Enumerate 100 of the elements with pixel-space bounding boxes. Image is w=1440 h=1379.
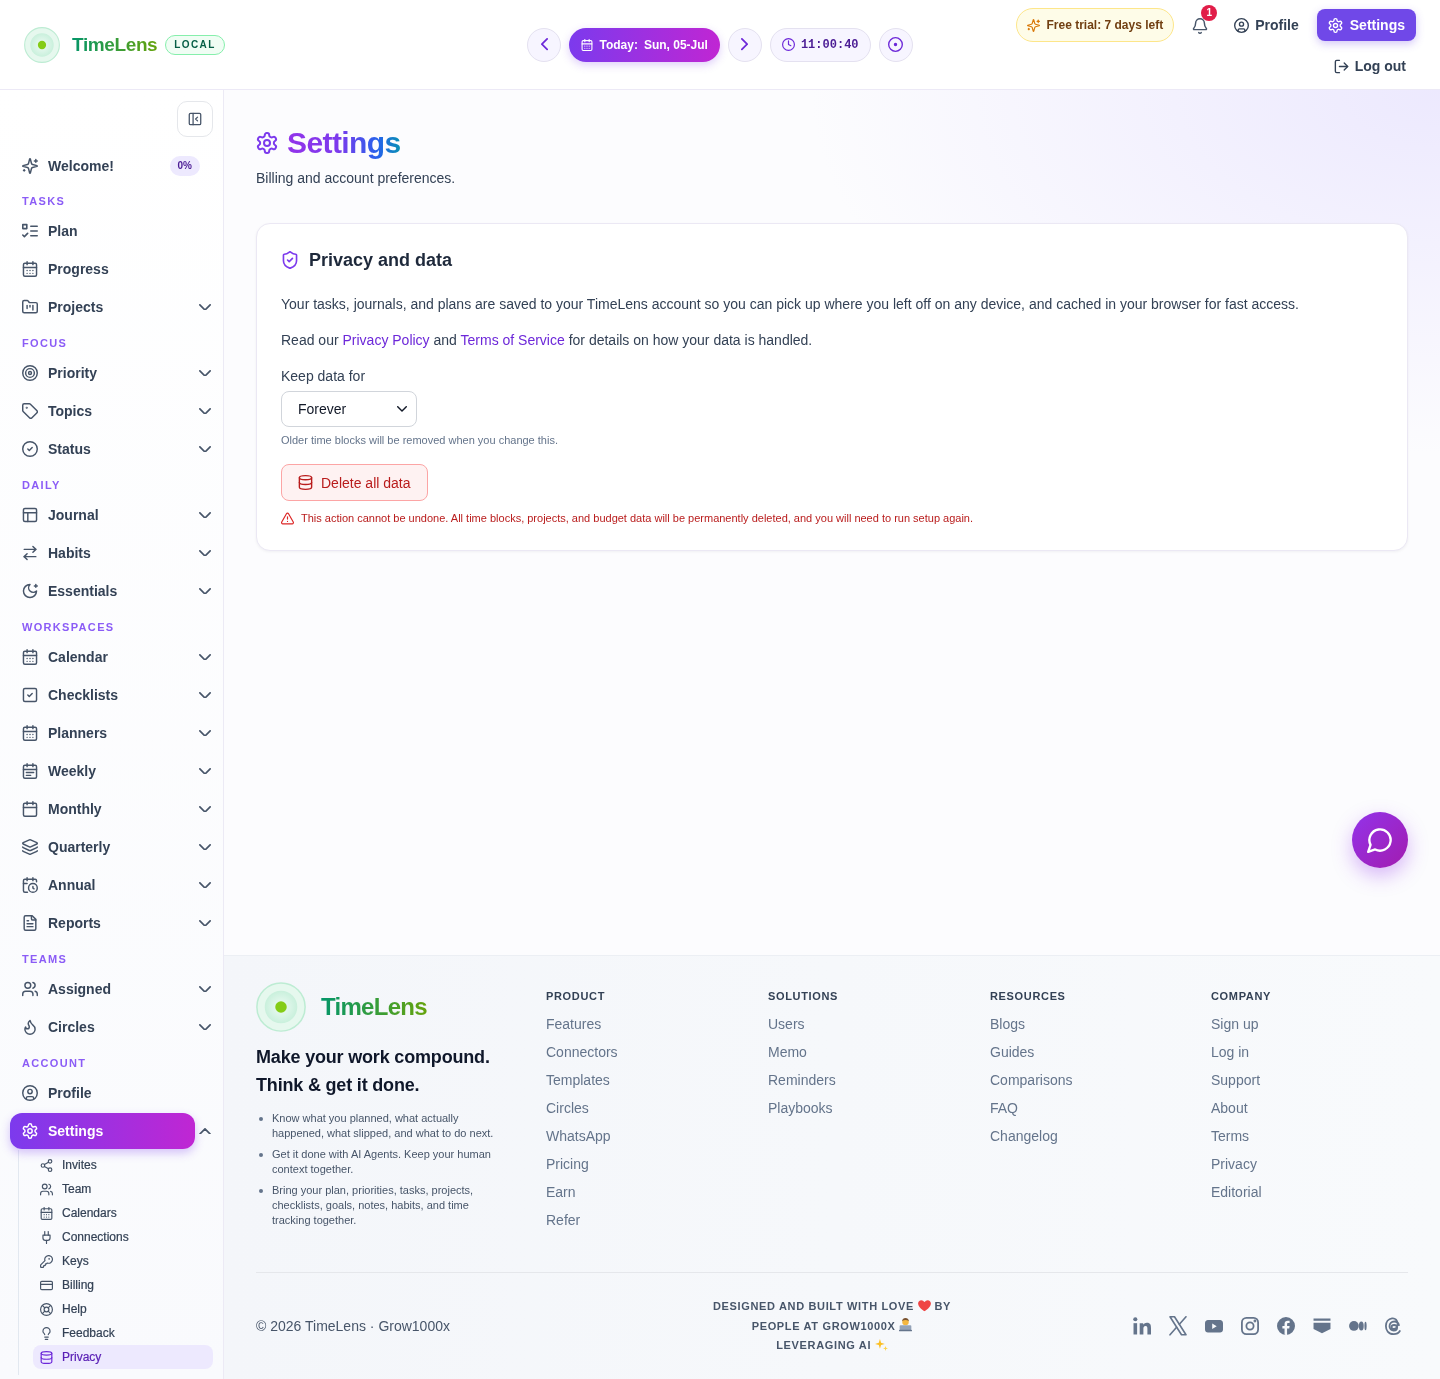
sidebar-subitem[interactable]: Connections — [33, 1225, 213, 1249]
chevron-down-icon[interactable] — [199, 303, 211, 311]
footer-link[interactable]: Sign up — [1211, 1014, 1259, 1034]
sidebar-item[interactable]: Essentials — [10, 573, 195, 609]
retention-select[interactable]: Forever — [281, 391, 417, 427]
footer-link[interactable]: Editorial — [1211, 1182, 1262, 1202]
sidebar-subitem[interactable]: Privacy — [33, 1345, 213, 1369]
medium-icon[interactable] — [1349, 1321, 1367, 1332]
bullet-icon — [259, 1189, 263, 1193]
chevron-down-icon[interactable] — [199, 729, 211, 737]
footer-link[interactable]: FAQ — [990, 1098, 1018, 1118]
footer-link[interactable]: Pricing — [546, 1154, 589, 1174]
chevron-down-icon[interactable] — [199, 767, 211, 775]
chevron-down-icon[interactable] — [199, 445, 211, 453]
chevron-down-icon[interactable] — [199, 1023, 211, 1031]
chevron-down-icon[interactable] — [199, 369, 211, 377]
x-logo-icon[interactable] — [1169, 1316, 1187, 1337]
sidebar-item[interactable]: Journal — [10, 497, 195, 533]
footer-link[interactable]: Earn — [546, 1182, 576, 1202]
sidebar-item[interactable]: Welcome! — [10, 148, 170, 184]
chevron-down-icon[interactable] — [199, 691, 211, 699]
sidebar-item[interactable]: Planners — [10, 715, 195, 751]
footer-link[interactable]: Privacy — [1211, 1154, 1257, 1174]
chevron-down-icon[interactable] — [199, 881, 211, 889]
sidebar-subitem[interactable]: Billing — [33, 1273, 213, 1297]
footer-link[interactable]: Guides — [990, 1042, 1035, 1062]
sidebar-item[interactable]: Status — [10, 431, 195, 467]
footer-link[interactable]: Playbooks — [768, 1098, 833, 1118]
sidebar-item[interactable]: Annual — [10, 867, 195, 903]
sidebar-item[interactable]: Weekly — [10, 753, 195, 789]
chevron-down-icon[interactable] — [199, 919, 211, 927]
trial-button[interactable]: Free trial: 7 days left — [1016, 8, 1175, 42]
footer-link[interactable]: Connectors — [546, 1042, 618, 1062]
sidebar-item[interactable]: Calendar — [10, 639, 195, 675]
threads-icon[interactable] — [1385, 1317, 1403, 1336]
chevron-down-icon[interactable] — [199, 407, 211, 415]
sidebar-item[interactable]: Priority — [10, 355, 195, 391]
chevron-down-icon[interactable] — [199, 985, 211, 993]
sidebar-item[interactable]: Quarterly — [10, 829, 195, 865]
sidebar-subitem[interactable]: Invites — [33, 1153, 213, 1177]
bell-icon[interactable] — [1192, 18, 1209, 34]
youtube-icon[interactable] — [1205, 1319, 1223, 1333]
column-heading: PRODUCT — [546, 989, 605, 1003]
instagram-icon[interactable] — [1241, 1317, 1259, 1336]
text-link[interactable]: Privacy Policy — [342, 332, 430, 348]
chevron-down-icon[interactable] — [199, 587, 211, 595]
footer-link[interactable]: Blogs — [990, 1014, 1026, 1034]
sidebar-item[interactable]: Profile — [10, 1075, 195, 1111]
sidebar-item[interactable]: Progress — [10, 251, 195, 287]
nav-link[interactable]: Profile — [1234, 9, 1299, 41]
ribbon-icon[interactable] — [1313, 1318, 1331, 1335]
sidebar-item[interactable]: Projects — [10, 289, 195, 325]
sidebar-toggle-button[interactable] — [177, 101, 213, 137]
logout-link[interactable]: Log out — [1333, 58, 1406, 75]
sidebar-item[interactable]: Plan — [10, 213, 195, 249]
footer-link[interactable]: Templates — [546, 1070, 610, 1090]
footer-link[interactable]: Comparisons — [990, 1070, 1073, 1090]
footer-link[interactable]: Refer — [546, 1210, 581, 1230]
share-icon — [40, 1158, 53, 1172]
sidebar-item[interactable]: Assigned — [10, 971, 195, 1007]
chevron-down-icon[interactable] — [199, 805, 211, 813]
footer-link[interactable]: WhatsApp — [546, 1126, 611, 1146]
sidebar-item[interactable]: Habits — [10, 535, 195, 571]
footer-link[interactable]: About — [1211, 1098, 1248, 1118]
footer-link[interactable]: Support — [1211, 1070, 1261, 1090]
chat-button[interactable] — [1352, 812, 1408, 868]
delete-data-button[interactable]: Delete all data — [281, 464, 428, 501]
sidebar-item[interactable]: Reports — [10, 905, 195, 941]
previous-day-button[interactable] — [527, 27, 562, 62]
chevron-down-icon[interactable] — [199, 511, 211, 519]
sidebar-item[interactable]: Monthly — [10, 791, 195, 827]
focus-button[interactable] — [878, 27, 913, 62]
sidebar-subitem[interactable]: Calendars — [33, 1201, 213, 1225]
footer-link[interactable]: Terms — [1211, 1126, 1250, 1146]
footer-link[interactable]: Users — [768, 1014, 805, 1034]
chevron-down-icon[interactable] — [199, 549, 211, 557]
facebook-icon[interactable] — [1277, 1317, 1295, 1336]
text-link[interactable]: Terms of Service — [460, 332, 565, 348]
footer-link[interactable]: Circles — [546, 1098, 589, 1118]
chevron-down-icon[interactable] — [199, 843, 211, 851]
chevron-down-icon[interactable] — [199, 653, 211, 661]
sidebar-item[interactable]: Topics — [10, 393, 195, 429]
target-icon — [22, 365, 38, 381]
sidebar-subitem[interactable]: Keys — [33, 1249, 213, 1273]
footer-link[interactable]: Changelog — [990, 1126, 1058, 1146]
next-day-button[interactable] — [727, 27, 762, 62]
footer-link[interactable]: Features — [546, 1014, 602, 1034]
footer-link[interactable]: Reminders — [768, 1070, 836, 1090]
sidebar-item[interactable]: Settings — [10, 1113, 195, 1149]
linkedin-icon[interactable] — [1133, 1317, 1151, 1336]
sidebar-item[interactable]: Checklists — [10, 677, 195, 713]
sidebar-item[interactable]: Circles — [10, 1009, 195, 1045]
sidebar-subitem[interactable]: Team — [33, 1177, 213, 1201]
sidebar-subitem[interactable]: Feedback — [33, 1321, 213, 1345]
nav-link[interactable]: Settings — [1316, 9, 1416, 41]
footer-link[interactable]: Memo — [768, 1042, 807, 1062]
sidebar-subitem[interactable]: Help — [33, 1297, 213, 1321]
date-button[interactable]: Today: Sun, 05-Jul — [569, 27, 720, 62]
footer-link[interactable]: Log in — [1211, 1042, 1250, 1062]
chevron-up-icon[interactable] — [199, 1127, 211, 1135]
